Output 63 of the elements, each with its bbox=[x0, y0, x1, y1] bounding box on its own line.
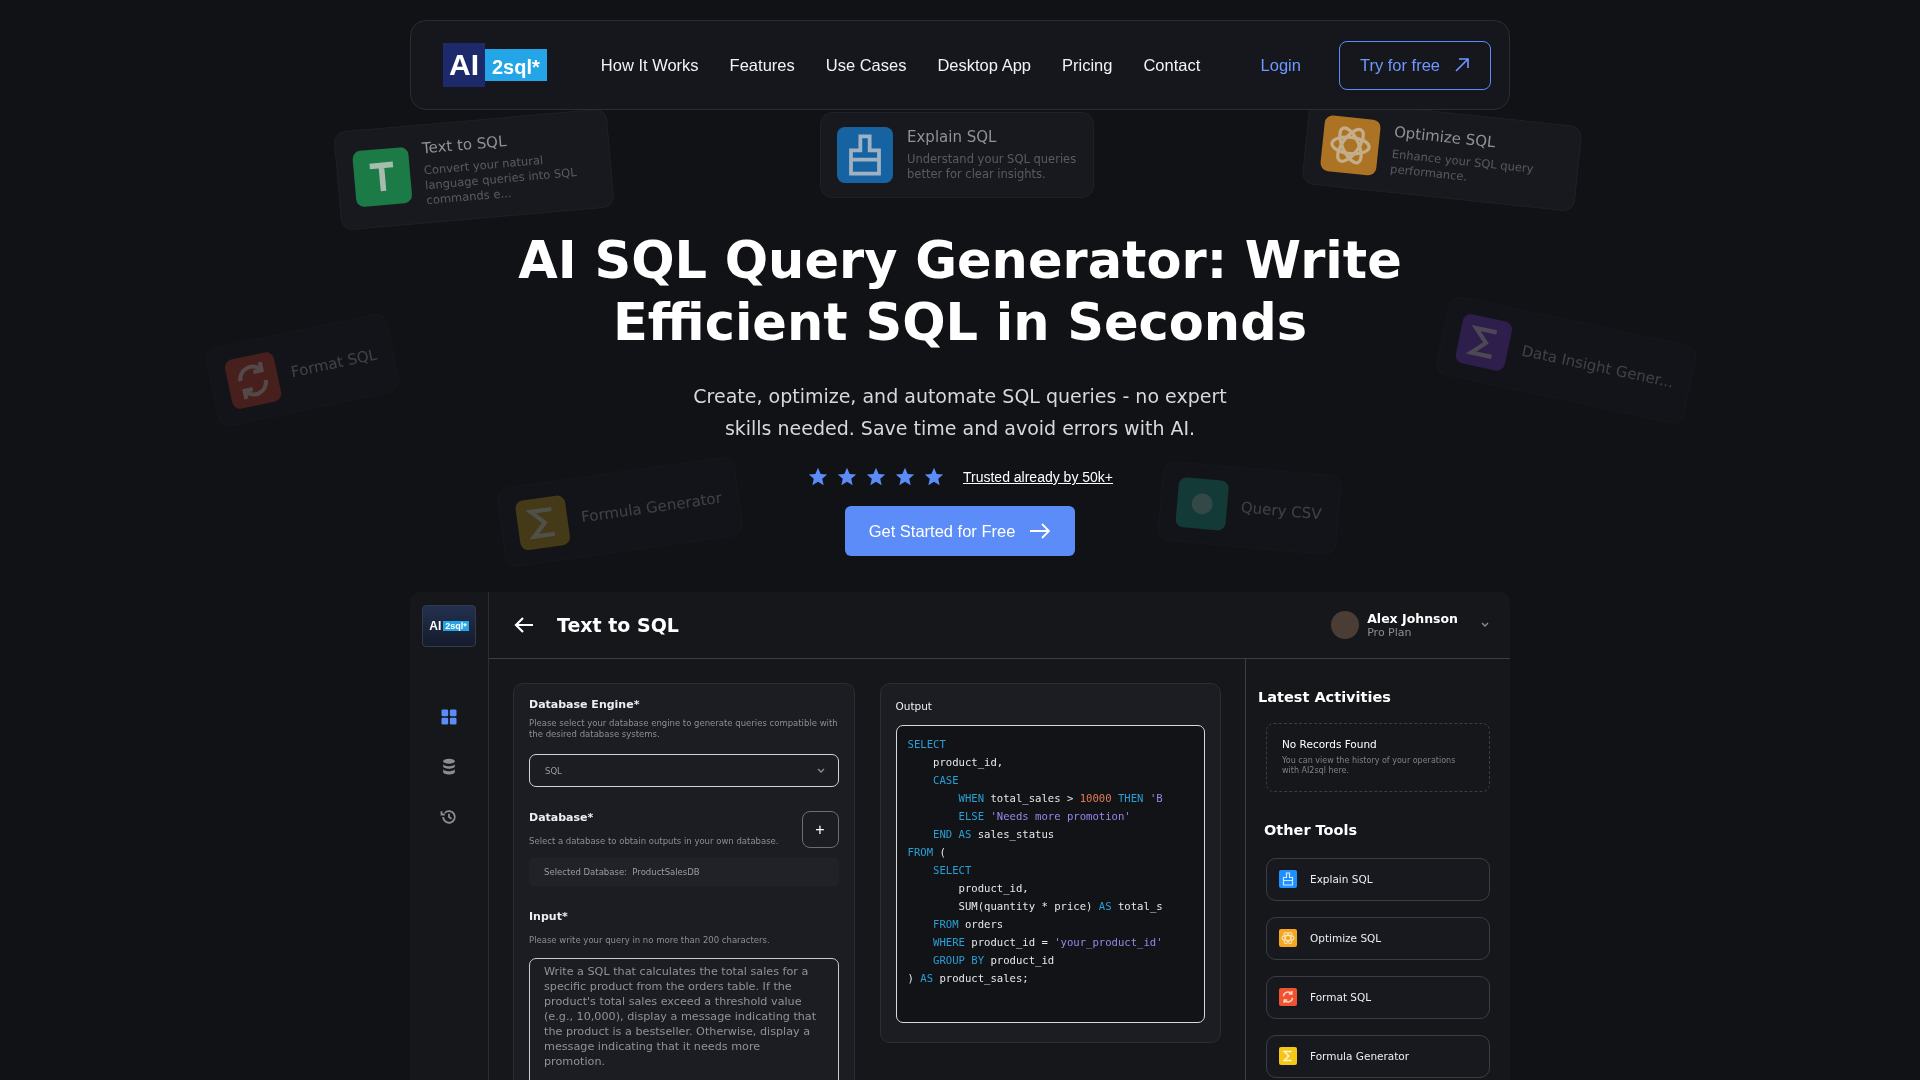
output-label: Output bbox=[895, 700, 933, 712]
hero-title: AI SQL Query Generator: Write Efficient SQL in Seconds bbox=[517, 230, 1403, 354]
hero-subtitle: Create, optimize, and automate SQL queries - no expert skills needed. Save time and avoid errors with AI. bbox=[692, 384, 1228, 441]
tool-button[interactable]: Explain SQL bbox=[1266, 857, 1490, 901]
tool-button[interactable]: Format SQL bbox=[1266, 975, 1490, 1019]
user-plan: Pro Plan bbox=[1367, 626, 1413, 639]
star-icon bbox=[835, 466, 858, 488]
nav-link[interactable]: How It Works bbox=[600, 55, 699, 75]
code-line: GROUP BY product_id bbox=[932, 953, 1056, 969]
nav-link[interactable]: Desktop App bbox=[937, 55, 1031, 75]
empty-state-title: No Records Found bbox=[1282, 738, 1378, 750]
tool-button[interactable]: Formula Generator bbox=[1266, 1034, 1490, 1078]
card-description: Understand your SQL queries better for clear insights. bbox=[907, 152, 1077, 182]
field-description: Select a database to obtain outputs in your own database. bbox=[529, 836, 779, 848]
arrow-right-icon bbox=[1029, 523, 1052, 539]
field-label: Database* bbox=[529, 811, 595, 825]
brush-tool-icon bbox=[837, 127, 893, 183]
trusted-link[interactable]: Trusted already by 50k+ bbox=[962, 469, 1114, 485]
nav-link[interactable]: Contact bbox=[1143, 55, 1201, 75]
code-line: ELSE 'Needs more promotion' bbox=[957, 809, 1132, 824]
section-title: Other Tools bbox=[1264, 821, 1359, 838]
field-description: Please write your query in no more than 200 characters. bbox=[529, 935, 771, 947]
nav-link[interactable]: Features bbox=[729, 55, 795, 75]
tool-button[interactable]: Optimize SQL bbox=[1266, 916, 1490, 960]
code-line: product_id, bbox=[957, 881, 1030, 897]
code-line: SUM(quantity * price) AS total_s bbox=[957, 899, 1164, 915]
field-description: Please select your database engine to generate queries compatible with the desired database systems. bbox=[529, 718, 839, 741]
code-line: ) AS product_sales; bbox=[907, 971, 1030, 987]
code-line: SELECT bbox=[932, 863, 973, 878]
nav-link[interactable]: Use Cases bbox=[825, 55, 907, 75]
add-button[interactable]: + bbox=[801, 811, 839, 849]
text-tool-icon bbox=[352, 147, 413, 208]
logo[interactable]: AI 2sql* bbox=[443, 43, 547, 87]
nav-link[interactable]: Pricing bbox=[1062, 55, 1113, 75]
code-line: CASE bbox=[932, 773, 960, 788]
star-icon bbox=[864, 466, 887, 488]
query-input[interactable]: Write a SQL that calculates the total sales for a specific product from the orders table. If the product's total sales exceed a threshold value (e.g., 10,000), display a message indicating that the product is a bestseller. Otherwise, display a message indicating that it needs more promotion. bbox=[529, 958, 839, 1080]
login-link[interactable]: Login bbox=[1260, 55, 1301, 75]
user-name: Alex Johnson bbox=[1367, 611, 1458, 626]
code-line: FROM ( bbox=[907, 845, 947, 860]
history-icon[interactable] bbox=[439, 807, 459, 827]
star-icon bbox=[922, 466, 945, 488]
code-line: END AS sales_status bbox=[932, 827, 1056, 843]
circle-tool-icon bbox=[1175, 476, 1230, 531]
card-title: Explain SQL bbox=[907, 128, 998, 147]
star-icon bbox=[806, 466, 829, 488]
selected-database-field: Selected Database: ProductSalesDB bbox=[529, 858, 839, 887]
arrow-up-right-icon bbox=[1454, 57, 1470, 73]
code-line: product_id, bbox=[932, 755, 1005, 771]
field-label: Input* bbox=[529, 910, 569, 924]
code-line: SELECT bbox=[907, 737, 947, 752]
page-title: Text to SQL bbox=[557, 614, 679, 636]
code-line: WHEN total_sales > 10000 THEN 'B bbox=[957, 791, 1164, 807]
grid-icon[interactable] bbox=[439, 707, 459, 727]
engine-dropdown[interactable]: SQL bbox=[529, 754, 839, 788]
try-for-free-button[interactable]: Try for free bbox=[1338, 40, 1491, 90]
section-title: Latest Activities bbox=[1258, 689, 1392, 705]
field-label: Database Engine* bbox=[529, 698, 641, 711]
app-logo[interactable]: AI 2sql* bbox=[422, 605, 476, 647]
star-icon bbox=[893, 466, 916, 488]
empty-state-text: You can view the history of your operations with AI2sql here. bbox=[1282, 756, 1457, 777]
code-line: WHERE product_id = 'your_product_id' bbox=[932, 935, 1164, 951]
code-line: FROM orders bbox=[932, 917, 1005, 932]
